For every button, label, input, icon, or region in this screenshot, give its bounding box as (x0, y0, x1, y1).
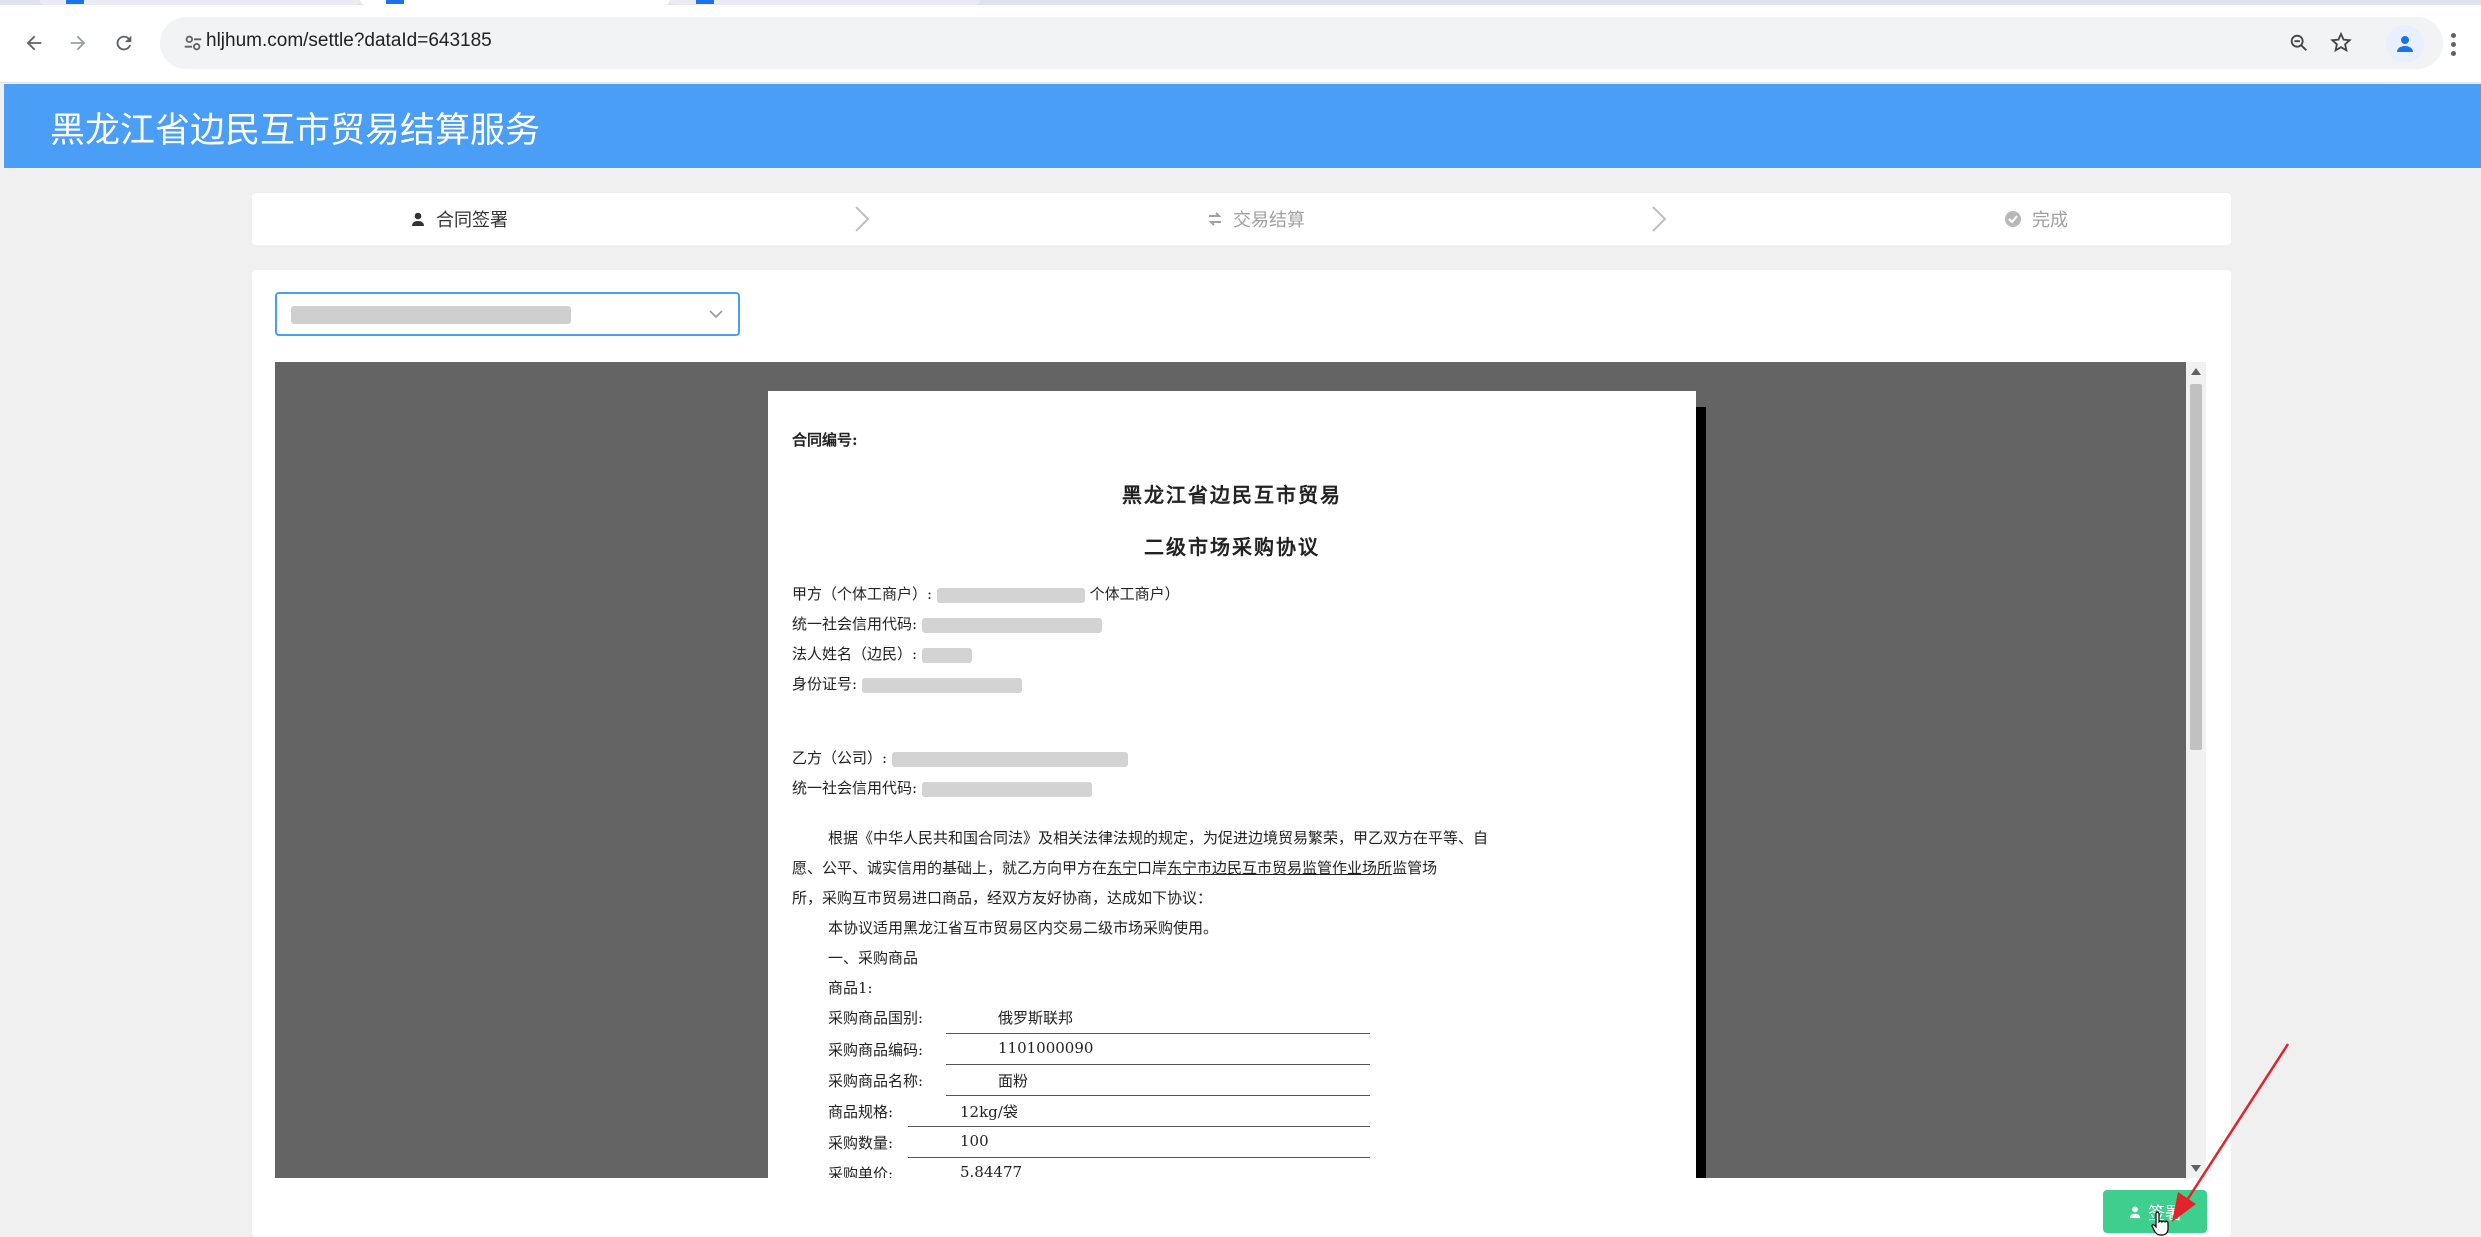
back-button[interactable] (12, 21, 56, 65)
contract-title-1: 黑龙江省边民互市贸易 (1122, 483, 1342, 507)
arrow-right-icon (70, 35, 86, 51)
hand-cursor-icon (2151, 1211, 2169, 1236)
contract-number-label: 合同编号: (792, 431, 858, 449)
item-code-label: 采购商品编码: (828, 1041, 924, 1059)
contract-page: 合同编号: 黑龙江省边民互市贸易 二级市场采购协议 甲方（个体工商户）: 个体工… (768, 391, 1696, 1178)
contract-select[interactable] (275, 292, 740, 336)
item-quantity-label: 采购数量: (828, 1134, 894, 1152)
check-circle-icon (2005, 211, 2021, 227)
party-a-label: 甲方（个体工商户）: (792, 585, 933, 603)
step-trade-settlement: 交易结算 (1207, 193, 1305, 245)
credit-code-b-label: 统一社会信用代码: (792, 779, 918, 797)
item-spec-value: 12kg/袋 (960, 1103, 1018, 1121)
redacted-text (921, 781, 1092, 797)
id-line: 身份证号: (792, 673, 1672, 694)
contract-title-2: 二级市场采购协议 (1144, 535, 1320, 559)
underline (946, 1033, 1370, 1034)
site-header: 黑龙江省边民互市贸易结算服务 (4, 84, 2481, 168)
chevron-right-icon (1652, 206, 1667, 232)
item-name-value: 面粉 (998, 1072, 1029, 1090)
progress-steps: 合同签署 交易结算 完成 (252, 193, 2231, 245)
underline (908, 1157, 1370, 1158)
credit-code-label: 统一社会信用代码: (792, 615, 918, 633)
step-complete: 完成 (2004, 193, 2068, 245)
forward-button[interactable] (56, 21, 100, 65)
section-1-heading: 一、采购商品 (828, 949, 919, 967)
underline (908, 1126, 1370, 1127)
reload-button[interactable] (102, 21, 146, 65)
item-country-label: 采购商品国别: (828, 1009, 924, 1027)
item-spec-label: 商品规格: (828, 1103, 894, 1121)
user-icon (412, 212, 424, 226)
para-text: 口岸 (1137, 859, 1168, 877)
chevron-down-icon (709, 310, 723, 319)
party-a-suffix: 个体工商户） (1089, 585, 1180, 603)
site-name: 东宁市边民互市贸易监管作业场所 (1167, 859, 1393, 877)
party-b-label: 乙方（公司）: (792, 749, 888, 767)
item-heading: 商品1: (828, 979, 873, 997)
redacted-text (891, 751, 1128, 767)
item-price-value: 5.84477 (960, 1163, 1023, 1178)
scroll-up-arrow[interactable] (2191, 368, 2201, 375)
para-text: 愿、公平、诚实信用的基础上，就乙方向甲方在 (792, 859, 1108, 877)
port-name: 东宁 (1107, 859, 1138, 877)
redacted-text (936, 587, 1085, 603)
address-bar[interactable]: hljhum.com/settle?dataId=643185 (160, 17, 2443, 69)
site-settings-icon[interactable] (176, 26, 210, 60)
redacted-text (921, 617, 1102, 633)
profile-avatar-icon[interactable] (2386, 25, 2424, 63)
paragraph-1-line-1: 根据《中华人民共和国合同法》及相关法律法规的规定，为促进边境贸易繁荣，甲乙双方在… (828, 829, 1489, 847)
para-text: 监管场 (1392, 859, 1438, 877)
party-b-line: 乙方（公司）: (792, 747, 1672, 768)
step-label: 合同签署 (436, 210, 508, 231)
underline (946, 1095, 1370, 1096)
item-quantity-value: 100 (960, 1132, 989, 1150)
item-name-label: 采购商品名称: (828, 1072, 924, 1090)
browser-toolbar: hljhum.com/settle?dataId=643185 (0, 5, 2481, 83)
redacted-text (921, 647, 972, 663)
paragraph-1-line-2: 愿、公平、诚实信用的基础上，就乙方向甲方在东宁口岸东宁市边民互市贸易监管作业场所… (792, 857, 1672, 878)
paragraph-2: 本协议适用黑龙江省互市贸易区内交易二级市场采购使用。 (828, 919, 1219, 937)
browser-menu-icon[interactable] (2438, 25, 2468, 63)
user-icon (2129, 1205, 2141, 1218)
pdf-viewport: 合同编号: 黑龙江省边民互市贸易 二级市场采购协议 甲方（个体工商户）: 个体工… (275, 362, 2186, 1178)
party-a-line: 甲方（个体工商户）: 个体工商户） (792, 583, 1672, 604)
chevron-right-icon (855, 206, 870, 232)
item-country-value: 俄罗斯联邦 (998, 1009, 1074, 1027)
paragraph-1-line-3: 所，采购互市贸易进口商品，经双方友好协商，达成如下协议： (792, 889, 1213, 907)
reload-icon (116, 35, 132, 51)
credit-code-line: 统一社会信用代码: (792, 613, 1672, 634)
annotation-arrow (2172, 1043, 2290, 1222)
site-title: 黑龙江省边民互市贸易结算服务 (50, 111, 541, 151)
step-label: 完成 (2032, 210, 2068, 231)
step-label: 交易结算 (1233, 210, 1305, 231)
credit-code-b-line: 统一社会信用代码: (792, 777, 1672, 798)
legal-name-line: 法人姓名（边民）: (792, 643, 1672, 664)
redacted-selection (291, 306, 571, 324)
item-code-value: 1101000090 (998, 1039, 1094, 1057)
legal-name-label: 法人姓名（边民）: (792, 645, 918, 663)
item-price-label: 采购单价: (828, 1165, 894, 1178)
scrollbar-thumb[interactable] (2190, 384, 2202, 750)
redacted-text (861, 677, 1022, 693)
id-label: 身份证号: (792, 675, 858, 693)
bookmark-star-icon[interactable] (2324, 26, 2358, 60)
zoom-icon[interactable] (2282, 26, 2316, 60)
step-contract-signing: 合同签署 (410, 193, 508, 245)
arrow-left-icon (26, 35, 42, 51)
exchange-icon (1208, 212, 1222, 226)
url-text[interactable]: hljhum.com/settle?dataId=643185 (206, 30, 492, 52)
underline (946, 1064, 1370, 1065)
